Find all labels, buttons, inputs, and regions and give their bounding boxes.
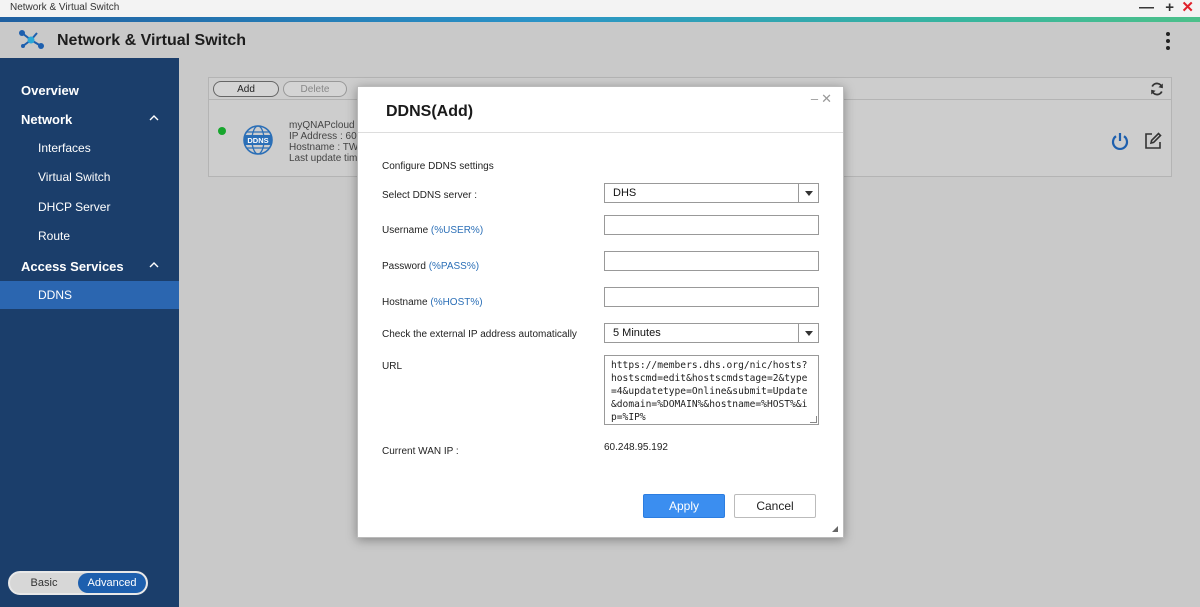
username-variable: (%USER%) [430,225,484,236]
add-button[interactable]: Add [213,81,279,97]
sidebar-item-label: Overview [21,82,79,98]
more-options-icon[interactable] [1158,30,1178,52]
url-label: URL [382,361,403,372]
mode-basic-option[interactable]: Basic [10,573,78,593]
resize-handle-icon[interactable] [810,416,817,423]
hostname-variable: (%HOST%) [430,297,483,308]
chevron-up-icon[interactable] [149,260,159,270]
sidebar-item-route[interactable]: Route [0,222,179,250]
sidebar-item-network[interactable]: Network [0,105,179,133]
app-title: Network & Virtual Switch [57,32,247,49]
power-icon[interactable] [1110,131,1130,151]
chevron-up-icon[interactable] [149,113,159,123]
maximize-button[interactable]: + [1165,0,1174,15]
close-button[interactable]: ✕ [1181,0,1194,15]
sidebar-item-virtual-switch[interactable]: Virtual Switch [0,163,179,191]
dialog-title: DDNS(Add) [386,103,474,120]
sidebar-item-access-services[interactable]: Access Services [0,252,179,280]
check-interval-label: Check the external IP address automatica… [382,329,577,340]
ddns-entry-hostname: Hostname : TW [289,142,359,153]
ddns-entry-info: myQNAPcloud IP Address : 60. Hostname : … [289,120,359,164]
url-value: https://members.dhs.org/nic/hosts?hostsc… [611,360,808,423]
dialog-divider [358,132,843,133]
wan-ip-label: Current WAN IP : [382,446,459,457]
minimize-button[interactable]: — [1139,0,1154,15]
ddns-add-dialog: DDNS(Add) –✕ Configure DDNS settings Sel… [357,86,844,538]
status-connected-icon [218,127,226,135]
sidebar-item-label: DHCP Server [38,200,111,214]
ddns-server-value: DHS [613,187,637,199]
sidebar-item-label: Interfaces [38,141,91,155]
window-title: Network & Virtual Switch [10,2,120,13]
section-heading: Configure DDNS settings [382,161,494,172]
dialog-resize-icon[interactable] [832,526,838,532]
network-switch-logo-icon [19,30,44,49]
delete-button[interactable]: Delete [283,81,347,97]
edit-icon[interactable] [1143,131,1163,151]
chevron-down-icon[interactable] [798,184,818,202]
sidebar-item-interfaces[interactable]: Interfaces [0,134,179,162]
ddns-server-label: Select DDNS server : [382,190,478,201]
sidebar-item-overview[interactable]: Overview [0,76,179,104]
sidebar-item-label: DDNS [38,288,73,302]
ddns-entry-ip: IP Address : 60. [289,131,360,142]
apply-button[interactable]: Apply [643,494,725,518]
check-interval-select[interactable]: 5 Minutes [604,323,819,343]
password-input[interactable] [604,251,819,271]
window-titlebar: Network & Virtual Switch — + ✕ [0,0,1200,17]
sidebar-item-label: Network [21,111,73,127]
sidebar-item-label: Virtual Switch [38,170,111,184]
ddns-entry-last-update: Last update tim [289,153,358,164]
sidebar-item-ddns[interactable]: DDNS [0,281,179,309]
hostname-input[interactable] [604,287,819,307]
sidebar-item-label: Route [38,229,71,243]
ddns-entry-service: myQNAPcloud [289,120,355,131]
hostname-label: Hostname (%HOST%) [382,297,483,308]
wan-ip-value: 60.248.95.192 [604,442,668,453]
ddns-server-select[interactable]: DHS [604,183,819,203]
username-input[interactable] [604,215,819,235]
chevron-down-icon[interactable] [798,324,818,342]
sidebar-item-dhcp-server[interactable]: DHCP Server [0,193,179,221]
ddns-globe-icon: DDNS [243,125,273,155]
dialog-window-controls[interactable]: –✕ [811,91,835,107]
mode-toggle[interactable]: Basic Advanced [8,571,148,595]
sidebar: Overview Network Interfaces Virtual Swit… [0,58,179,607]
app-header: Network & Virtual Switch [0,22,1200,58]
username-label: Username (%USER%) [382,225,484,236]
url-textarea[interactable]: https://members.dhs.org/nic/hosts?hostsc… [604,355,819,425]
sidebar-item-label: Access Services [21,258,124,274]
password-label: Password (%PASS%) [382,261,480,272]
cancel-button[interactable]: Cancel [734,494,816,518]
check-interval-value: 5 Minutes [613,327,661,339]
mode-advanced-option[interactable]: Advanced [78,573,146,593]
refresh-icon[interactable] [1149,81,1165,97]
password-variable: (%PASS%) [428,261,480,272]
ddns-icon-label: DDNS [247,136,268,145]
